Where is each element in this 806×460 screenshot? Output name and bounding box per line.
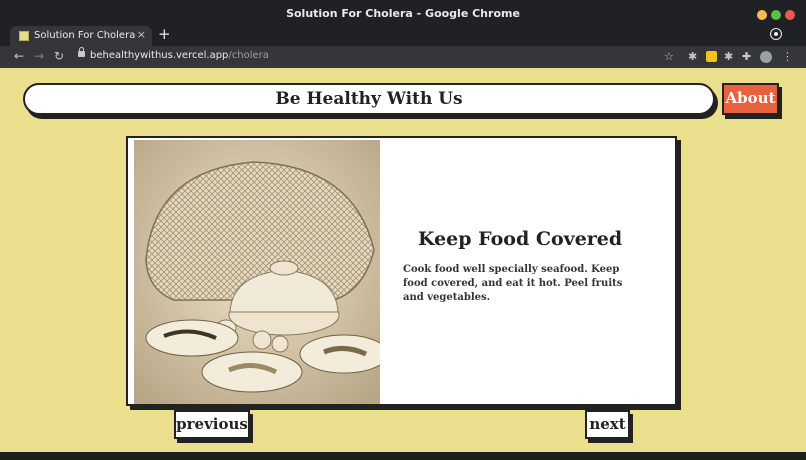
url-host: behealthywithus.vercel.app: [90, 50, 229, 61]
next-button[interactable]: next: [585, 410, 630, 439]
tab-title: Solution For Cholera: [34, 30, 136, 41]
menu-kebab-icon[interactable]: ⋮: [782, 50, 793, 63]
maximize-window-button[interactable]: [771, 10, 781, 20]
site-header: Be Healthy With Us: [23, 83, 715, 115]
food-cover-illustration: [134, 140, 380, 404]
back-arrow-icon[interactable]: ←: [14, 49, 24, 63]
tip-card: Keep Food Covered Cook food well special…: [126, 136, 677, 406]
window-title: Solution For Cholera - Google Chrome: [286, 7, 520, 20]
extension-cloud-icon[interactable]: ✱: [724, 50, 733, 63]
minimize-window-button[interactable]: [757, 10, 767, 20]
address-bar[interactable]: behealthywithus.vercel.app/cholera: [90, 50, 269, 61]
food-cover-photo: [134, 140, 380, 404]
profile-icon[interactable]: [771, 29, 781, 39]
new-tab-icon[interactable]: +: [158, 27, 171, 42]
bookmark-star-icon[interactable]: ☆: [664, 50, 674, 63]
about-button[interactable]: About: [722, 83, 779, 115]
tip-description: Cook food well specially seafood. Keep f…: [403, 264, 623, 303]
tab-strip: Solution For Cholera × +: [0, 24, 806, 46]
page-content: Be Healthy With Us About Keep Food Cover…: [0, 68, 806, 456]
window-frame-bottom: [0, 452, 806, 460]
site-title: Be Healthy With Us: [275, 89, 463, 109]
close-window-button[interactable]: [785, 10, 795, 20]
extension-gear-icon[interactable]: ✱: [688, 50, 697, 63]
forward-arrow-icon[interactable]: →: [34, 49, 44, 63]
close-tab-icon[interactable]: ×: [137, 29, 146, 41]
profile-avatar-icon[interactable]: [760, 51, 772, 63]
url-path: /cholera: [228, 50, 269, 61]
previous-button[interactable]: previous: [174, 410, 250, 439]
lock-icon[interactable]: [78, 47, 85, 57]
reload-icon[interactable]: ↻: [54, 49, 64, 63]
favicon-icon: [19, 31, 29, 41]
extensions-puzzle-icon[interactable]: ✚: [742, 50, 751, 63]
tip-title: Keep Food Covered: [418, 228, 623, 250]
tab-solution-for-cholera[interactable]: Solution For Cholera ×: [10, 26, 152, 46]
browser-toolbar: ← → ↻ behealthywithus.vercel.app/cholera…: [0, 46, 806, 68]
extension-shield-icon[interactable]: [706, 51, 717, 62]
